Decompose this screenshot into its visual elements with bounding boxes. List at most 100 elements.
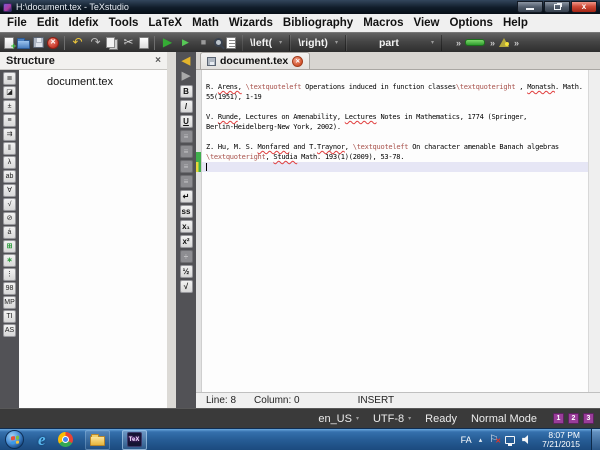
cut-icon[interactable]: ✂ — [121, 35, 136, 50]
toolbar-overflow-1[interactable]: » — [456, 38, 460, 48]
minimize-button[interactable] — [517, 1, 543, 13]
goto-previous-icon[interactable]: ◀ — [180, 55, 193, 68]
align-justify-icon[interactable]: ≡ — [180, 175, 193, 188]
combo-sectioning[interactable]: part▾ — [346, 35, 442, 51]
superscript-icon[interactable]: x² — [180, 235, 193, 248]
smallcaps-icon[interactable]: ss — [180, 205, 193, 218]
editor-line[interactable]: Berlin-Heidelberg-New York, 2002). — [202, 122, 588, 132]
sqrt-icon[interactable]: √ — [180, 280, 193, 293]
align-right-icon[interactable]: ≡ — [180, 160, 193, 173]
symbols-misc-icon[interactable]: ⊘ — [3, 212, 16, 225]
menu-math[interactable]: Math — [187, 14, 224, 32]
divide-icon[interactable]: ÷ — [180, 250, 193, 263]
clock[interactable]: 8:07 PM 7/21/2015 — [542, 431, 580, 449]
language-selector[interactable]: en_US ▾ — [318, 413, 359, 425]
bookmarks-tab-icon[interactable]: ◪ — [3, 86, 16, 99]
panel-splitter[interactable] — [167, 52, 176, 408]
close-button[interactable]: x — [571, 1, 597, 13]
menu-view[interactable]: View — [408, 14, 444, 32]
italic-icon[interactable]: / — [180, 100, 193, 113]
align-center-icon[interactable]: ≡ — [180, 145, 193, 158]
open-file-icon[interactable] — [17, 40, 30, 49]
menu-file[interactable]: File — [2, 14, 32, 32]
structure-close-icon[interactable]: × — [155, 55, 161, 66]
view-pdf-icon[interactable] — [214, 38, 223, 47]
viewer-panel-toggle-1[interactable]: 1 — [553, 413, 564, 424]
stop-icon[interactable]: ■ — [196, 35, 211, 50]
new-file-icon[interactable]: + — [4, 37, 14, 49]
symbols-arrows-icon[interactable]: ⇉ — [3, 128, 16, 141]
symbols-table-icon[interactable]: ⊞ — [3, 240, 16, 253]
tray-language-indicator[interactable]: FA — [461, 435, 472, 445]
copy-icon[interactable] — [106, 37, 115, 48]
menu-options[interactable]: Options — [444, 14, 497, 32]
editor-line[interactable]: \textquoteright, Studia Math. 193(1)(200… — [202, 152, 588, 162]
symbols-logic-icon[interactable]: ∀ — [3, 184, 16, 197]
action-center-flag-icon[interactable]: ⚐✕ — [489, 435, 498, 445]
viewer-panel-toggle-3[interactable]: 3 — [583, 413, 594, 424]
save-file-icon[interactable] — [33, 37, 44, 48]
symbols-group-mp-icon[interactable]: MP — [3, 296, 16, 309]
compile-icon[interactable]: ▶ — [178, 35, 193, 50]
editor-line[interactable] — [202, 102, 588, 112]
menu-edit[interactable]: Edit — [32, 14, 64, 32]
menu-wizards[interactable]: Wizards — [224, 14, 278, 32]
editor-line[interactable]: Z. Hu, M. S. Monfared and T.Traynor, \te… — [202, 142, 588, 152]
fraction-icon[interactable]: ½ — [180, 265, 193, 278]
texstudio-taskbar-button[interactable]: TeX — [122, 430, 147, 450]
undo-icon[interactable]: ↶ — [70, 35, 85, 50]
symbols-group-ti-icon[interactable]: TI — [3, 310, 16, 323]
redo-icon[interactable]: ↷ — [88, 35, 103, 50]
underline-icon[interactable]: U — [180, 115, 193, 128]
menu-latex[interactable]: LaTeX — [143, 14, 187, 32]
symbols-relations-icon[interactable]: ≡ — [3, 114, 16, 127]
explorer-taskbar-button[interactable] — [85, 430, 110, 450]
view-log-icon[interactable] — [226, 37, 236, 49]
speaker-icon[interactable] — [522, 435, 531, 444]
editor-area[interactable]: R. Arens, \textquoteleft Operations indu… — [196, 70, 600, 392]
symbols-accents-icon[interactable]: á — [3, 226, 16, 239]
symbols-star-icon[interactable]: ∗ — [3, 254, 16, 267]
symbols-text-icon[interactable]: ab — [3, 170, 16, 183]
combo-left-delimiter[interactable]: \left(▾ — [242, 35, 290, 51]
menu-bibliography[interactable]: Bibliography — [278, 14, 358, 32]
tab-document[interactable]: document.tex ✕ — [200, 52, 310, 69]
bold-icon[interactable]: B — [180, 85, 193, 98]
editor-text[interactable]: R. Arens, \textquoteleft Operations indu… — [202, 70, 588, 392]
paste-icon[interactable] — [139, 37, 149, 49]
editor-scrollbar[interactable] — [588, 70, 600, 392]
toolbar-overflow-3[interactable]: » — [514, 38, 518, 48]
align-left-icon[interactable]: ≡ — [180, 130, 193, 143]
tray-hidden-icons-chevron[interactable]: ▴ — [479, 436, 483, 444]
encoding-selector[interactable]: UTF-8 ▾ — [373, 413, 411, 425]
viewer-panel-toggle-2[interactable]: 2 — [568, 413, 579, 424]
editor-line[interactable]: 55(1951), 1-19 — [202, 92, 588, 102]
hrule-icon[interactable] — [465, 39, 485, 46]
newline-icon[interactable]: ↵ — [180, 190, 193, 203]
menu-idefix[interactable]: Idefix — [64, 14, 104, 32]
symbols-delimiters-icon[interactable]: ‖ — [3, 142, 16, 155]
editor-line[interactable]: V. Runde, Lectures on Amenability, Lectu… — [202, 112, 588, 122]
menu-macros[interactable]: Macros — [358, 14, 408, 32]
triangle-icon[interactable] — [499, 38, 509, 47]
show-desktop-button[interactable] — [591, 429, 600, 450]
chrome-icon[interactable] — [58, 432, 73, 447]
symbols-greek-icon[interactable]: λ — [3, 156, 16, 169]
internet-explorer-icon[interactable]: e — [38, 431, 46, 449]
symbols-dots-icon[interactable]: ⋮ — [3, 268, 16, 281]
menu-help[interactable]: Help — [498, 14, 533, 32]
combo-right-delimiter[interactable]: \right)▾ — [290, 35, 346, 51]
toolbar-overflow-2[interactable]: » — [490, 38, 494, 48]
structure-tab-icon[interactable]: ≣ — [3, 72, 16, 85]
close-document-icon[interactable]: ✕ — [47, 37, 59, 49]
editor-line[interactable] — [202, 132, 588, 142]
symbols-math-icon[interactable]: √ — [3, 198, 16, 211]
menu-tools[interactable]: Tools — [104, 14, 144, 32]
structure-item-document[interactable]: document.tex — [19, 70, 167, 88]
goto-next-icon[interactable]: ▶ — [180, 70, 193, 83]
network-icon[interactable] — [505, 436, 515, 444]
restore-button[interactable] — [544, 1, 570, 13]
symbols-group-as-icon[interactable]: AS — [3, 324, 16, 337]
build-view-icon[interactable]: ▶ — [160, 35, 175, 50]
editor-line[interactable]: R. Arens, \textquoteleft Operations indu… — [202, 82, 588, 92]
